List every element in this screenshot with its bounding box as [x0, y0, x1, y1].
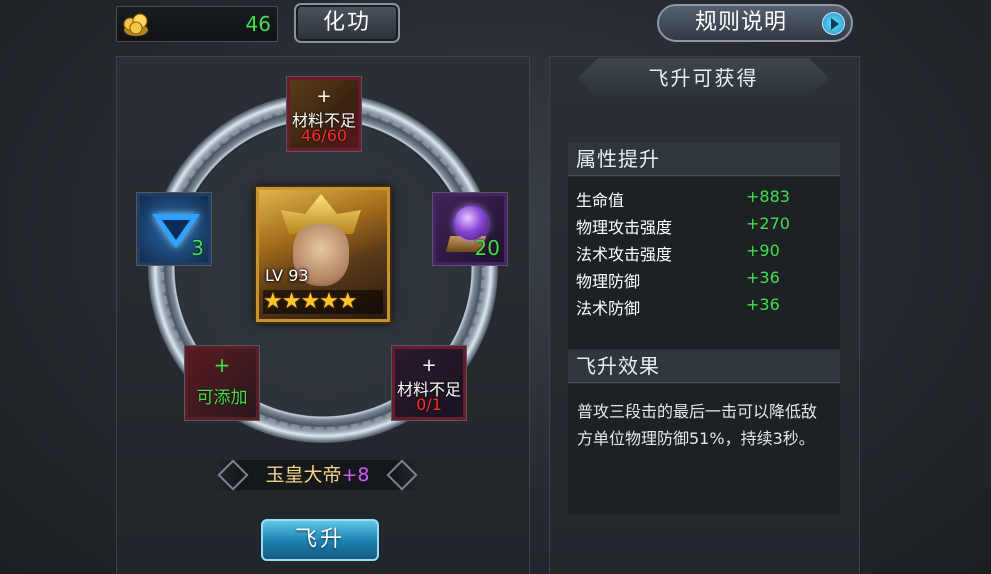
attribute-value: +270 [746, 214, 790, 233]
material-slot-right[interactable]: 20 [433, 193, 507, 265]
ascend-button[interactable]: 飞升 [261, 519, 379, 561]
material-slot-bottom-right[interactable]: + 材料不足 0/1 [392, 346, 466, 420]
slot-count: 0/1 [416, 395, 442, 414]
rules-button-label: 规则说明 [695, 10, 788, 35]
attribute-value: +90 [746, 241, 780, 260]
attribute-value: +36 [746, 295, 780, 314]
plus-icon: + [421, 355, 437, 376]
gold-counter: 46 [116, 6, 278, 42]
dissolve-button[interactable]: 化功 [294, 3, 400, 43]
attribute-name: 生命值 [576, 191, 625, 210]
star-rating: ★★★★★ [263, 289, 358, 314]
attributes-list: 生命值 +883 物理攻击强度 +270 法术攻击强度 +90 物理防御 +36… [568, 177, 840, 349]
attribute-name: 法术攻击强度 [576, 245, 673, 264]
play-arrow-icon [822, 12, 845, 35]
hero-nameplate: 玉皇大帝+8 [216, 459, 419, 491]
attributes-header: 属性提升 [568, 143, 840, 176]
attribute-name: 法术防御 [576, 299, 641, 318]
slot-count: 3 [191, 236, 204, 260]
diamond-ornament-icon [217, 459, 249, 491]
slot-count: 20 [474, 236, 500, 260]
slot-status-label: 可添加 [196, 388, 248, 408]
hero-stars: ★★★★★ [263, 290, 383, 314]
gold-coin-icon [123, 13, 148, 36]
plus-icon: + [316, 86, 332, 107]
diamond-ornament-icon [386, 459, 418, 491]
material-slot-left[interactable]: 3 [137, 193, 211, 265]
attribute-value: +883 [746, 187, 790, 206]
rewards-title: 飞升可获得 [578, 58, 829, 98]
material-slot-bottom-left[interactable]: + 可添加 [185, 346, 259, 420]
attribute-name: 物理攻击强度 [576, 218, 673, 237]
hero-plus-level: +8 [341, 464, 370, 486]
slot-count: 46/60 [300, 126, 348, 145]
attribute-name: 物理防御 [576, 272, 641, 291]
effect-header: 飞升效果 [568, 350, 840, 383]
effect-description: 普攻三段击的最后一击可以降低敌方单位物理防御51%，持续3秒。 [577, 402, 818, 448]
hero-level: LV 93 [265, 266, 309, 285]
material-slot-top[interactable]: + 材料不足 46/60 [287, 77, 361, 151]
purple-orb-icon [454, 206, 488, 240]
hero-portrait[interactable]: LV 93 ★★★★★ [256, 187, 390, 322]
gold-value: 46 [245, 12, 271, 36]
hero-name: 玉皇大帝 [265, 464, 342, 486]
rules-button[interactable]: 规则说明 [657, 4, 853, 42]
attribute-value: +36 [746, 268, 780, 287]
effect-box: 普攻三段击的最后一击可以降低敌方单位物理防御51%，持续3秒。 [568, 384, 840, 514]
plus-icon: + [213, 353, 231, 377]
